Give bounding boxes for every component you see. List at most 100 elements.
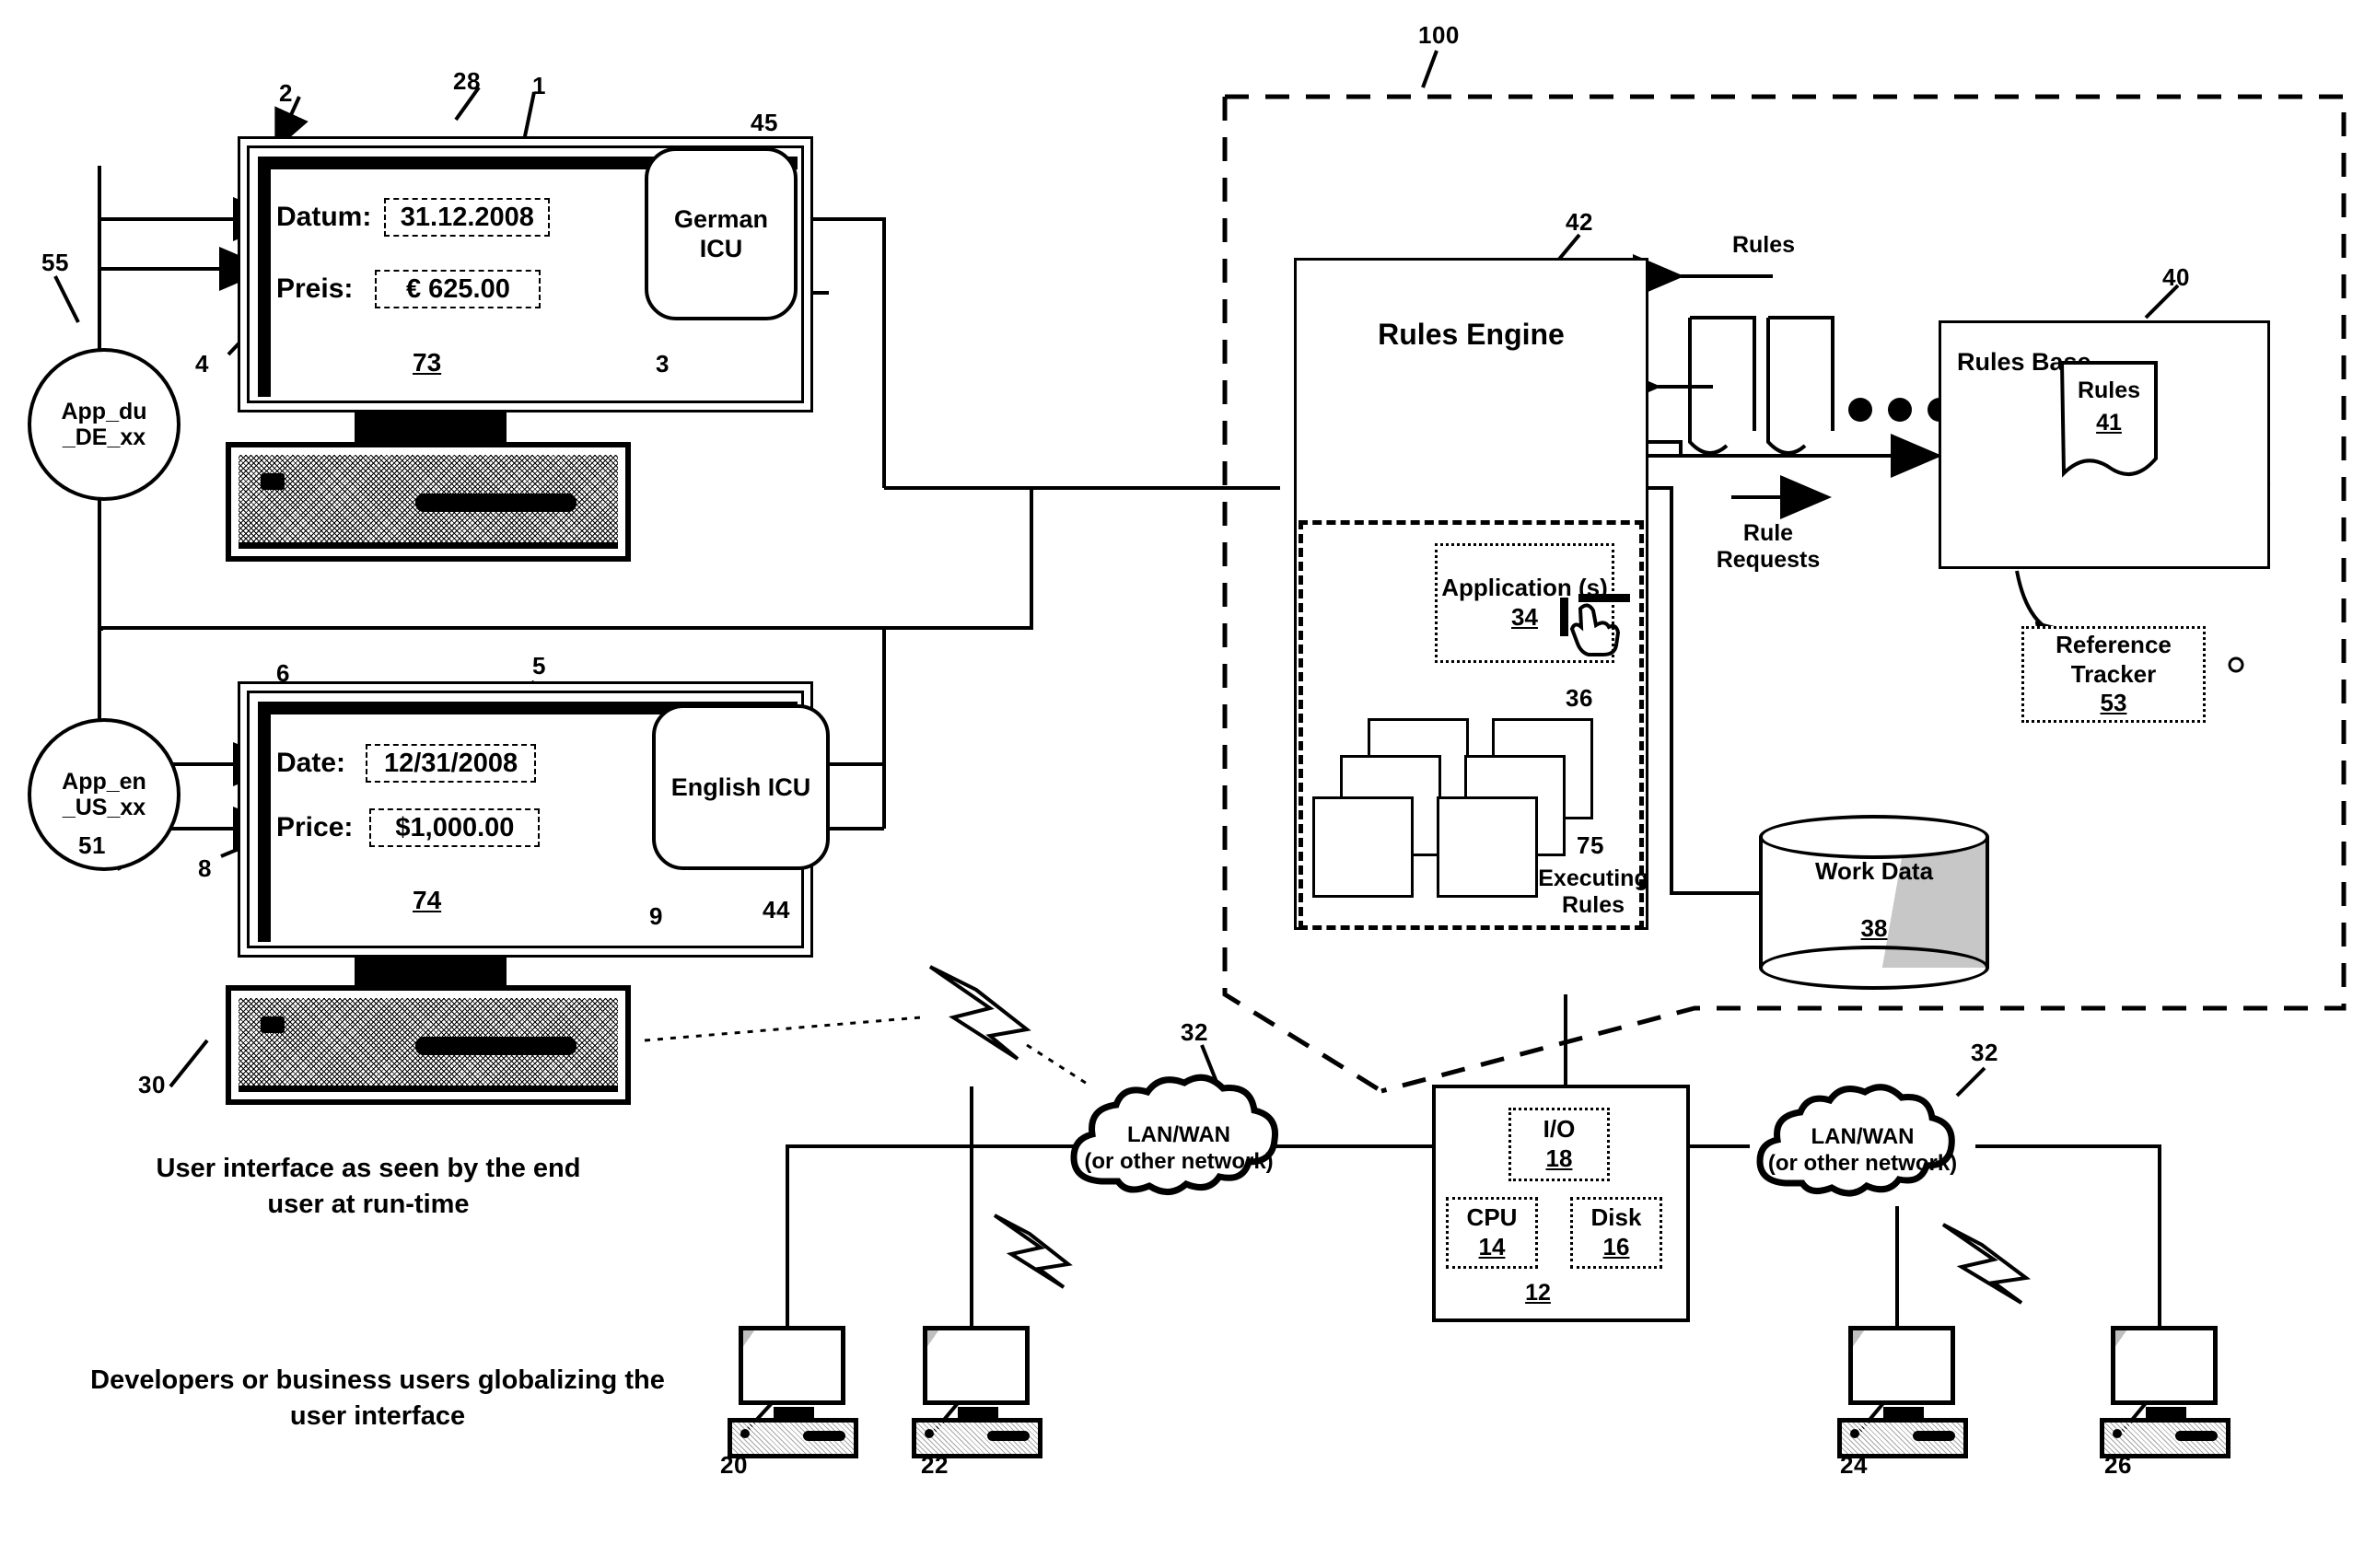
client-workstation [912, 1326, 1042, 1464]
server-cpu-box: CPU 14 [1446, 1197, 1538, 1269]
german-monitor-stand [355, 412, 507, 446]
client-drive-slot [803, 1431, 845, 1441]
locale-circle-german-line1: App_du [61, 399, 147, 424]
client-monitor [923, 1326, 1030, 1405]
english-price-value[interactable]: $1,000.00 [369, 808, 541, 847]
ref-20: 20 [720, 1451, 748, 1479]
keyboard-spacebar [415, 1037, 577, 1055]
ref-4: 4 [195, 350, 209, 377]
server-disk-title: Disk [1590, 1203, 1642, 1232]
hand-cursor-icon [1560, 594, 1630, 656]
network-cloud-left-line2: (or other network) [1084, 1148, 1274, 1174]
english-keyboard [226, 985, 631, 1105]
locale-circle-english-line2: _US_xx [62, 795, 146, 820]
client-drive-slot [1913, 1431, 1955, 1441]
locale-circle-english-line1: App_en [62, 769, 146, 795]
german-keyboard [226, 442, 631, 562]
ref-100: 100 [1418, 21, 1460, 49]
keyboard-key-indicator [261, 1016, 285, 1033]
ref-45: 45 [751, 109, 778, 136]
executing-rule-box [1312, 796, 1414, 898]
network-cloud-left-text: LAN/WAN (or other network) [1084, 1122, 1273, 1176]
rules-flow-label: Rules [1731, 232, 1796, 258]
client-monitor-neck [774, 1407, 814, 1418]
ref-32-left: 32 [1181, 1018, 1208, 1046]
german-screen-ref: 73 [413, 348, 442, 377]
network-cloud-right-text: LAN/WAN (or other network) [1768, 1124, 1957, 1178]
client-monitor-neck [2146, 1407, 2186, 1418]
ref-36: 36 [1566, 684, 1593, 712]
german-date-label: Datum: [276, 202, 372, 232]
ref-22: 22 [921, 1451, 949, 1479]
ref-8: 8 [198, 854, 212, 882]
caption-developers: Developers or business users globalizing… [90, 1365, 665, 1432]
client-workstation [2100, 1326, 2230, 1464]
keyboard-key-indicator [261, 473, 285, 490]
german-field-row-date: Datum: 31.12.2008 [276, 198, 551, 237]
server-io-title: I/O [1543, 1115, 1576, 1144]
locale-circle-german-line2: _DE_xx [62, 424, 146, 450]
rules-engine-title: Rules Engine [1378, 318, 1565, 351]
ref-44: 44 [763, 896, 790, 923]
english-price-label: Price: [276, 812, 354, 842]
locale-circle-german: App_du _DE_xx [28, 348, 181, 501]
english-date-value[interactable]: 12/31/2008 [366, 744, 537, 783]
work-data-top [1759, 815, 1989, 859]
caption-runtime: User interface as seen by the end user a… [156, 1154, 581, 1220]
german-icu-line1: German [673, 204, 769, 233]
reference-tracker-line1: Reference [2056, 630, 2172, 658]
client-workstation [1837, 1326, 1968, 1464]
server-io-box: I/O 18 [1508, 1108, 1610, 1181]
server-io-ref: 18 [1545, 1144, 1573, 1172]
client-power-led [925, 1429, 934, 1438]
ref-3: 3 [656, 350, 670, 377]
ref-1: 1 [532, 72, 546, 99]
client-drive-slot [987, 1431, 1030, 1441]
server-disk-ref: 16 [1602, 1233, 1630, 1260]
rule-requests-flow-label: Rule Requests [1716, 520, 1821, 573]
german-icu-box: German ICU [645, 147, 798, 320]
german-price-label: Preis: [276, 273, 354, 304]
ref-51: 51 [78, 831, 106, 859]
work-data-cylinder: Work Data 38 [1759, 815, 1989, 990]
ref-40: 40 [2162, 263, 2190, 291]
english-icu-box: English ICU [652, 704, 830, 870]
network-cloud-right-line2: (or other network) [1767, 1151, 1958, 1176]
english-field-row-date: Date: 12/31/2008 [276, 744, 537, 783]
ref-75: 75 [1577, 831, 1604, 859]
rules-document-title: Rules [2077, 377, 2141, 403]
german-price-value[interactable]: € 625.00 [375, 270, 542, 308]
english-icu-line1: English ICU [670, 772, 811, 801]
reference-tracker-ref: 53 [2100, 689, 2127, 717]
rules-document-ref: 41 [2096, 410, 2122, 436]
work-data-title: Work Data [1814, 857, 1934, 885]
ref-2: 2 [279, 79, 293, 107]
work-data-ref: 38 [1860, 914, 1888, 942]
server-disk-box: Disk 16 [1570, 1197, 1662, 1269]
server-cpu-ref: 14 [1478, 1233, 1506, 1260]
reference-tracker-line2: Tracker [2070, 659, 2157, 688]
client-power-led [740, 1429, 750, 1438]
english-date-label: Date: [276, 748, 346, 778]
applications-ref: 34 [1511, 603, 1538, 631]
german-icu-line2: ICU [699, 235, 743, 262]
ref-24: 24 [1840, 1451, 1868, 1479]
ref-55: 55 [41, 249, 69, 276]
work-data-bottom [1759, 946, 1989, 990]
client-monitor [739, 1326, 845, 1405]
ref-6: 6 [276, 659, 290, 687]
client-drive-slot [2175, 1431, 2218, 1441]
english-field-row-price: Price: $1,000.00 [276, 808, 541, 847]
ref-32-right: 32 [1971, 1039, 1998, 1066]
keyboard-spacebar [415, 494, 577, 512]
client-monitor-neck [958, 1407, 998, 1418]
ref-30: 30 [138, 1071, 166, 1098]
client-power-led [2113, 1429, 2122, 1438]
server-cpu-title: CPU [1466, 1203, 1518, 1232]
german-field-row-price: Preis: € 625.00 [276, 270, 542, 308]
ref-9: 9 [649, 902, 663, 930]
client-power-led [1850, 1429, 1859, 1438]
network-cloud-right-line1: LAN/WAN [1811, 1124, 1915, 1150]
client-monitor-neck [1883, 1407, 1924, 1418]
german-date-value[interactable]: 31.12.2008 [384, 198, 551, 237]
